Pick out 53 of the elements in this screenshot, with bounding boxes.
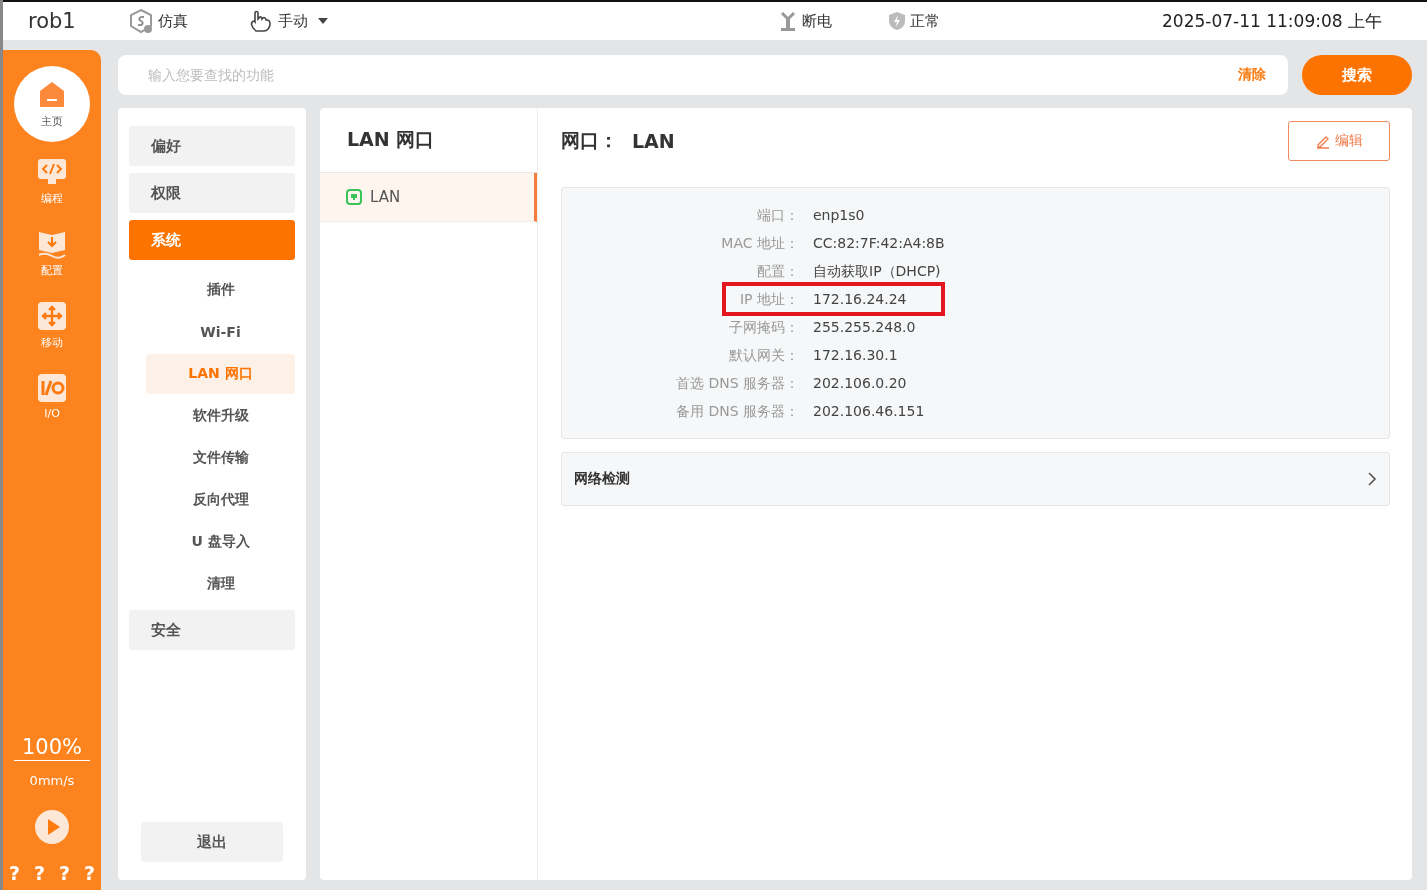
submenu-item[interactable]: 文件传输: [146, 438, 295, 478]
field-value: 172.16.30.1: [812, 347, 898, 363]
ethernet-port-icon: [346, 189, 362, 205]
field-value: 255.255.248.0: [812, 319, 916, 335]
menu-item[interactable]: 权限: [129, 173, 295, 213]
exit-button[interactable]: 退出: [141, 822, 283, 862]
speed-percent: 100%: [14, 735, 90, 761]
submenu-item[interactable]: 反向代理: [146, 480, 295, 520]
date-time: 2025-07-11 11:09:08 上午: [1162, 9, 1382, 33]
submenu-item[interactable]: Wi-Fi: [146, 312, 295, 352]
shield-bolt-icon: [888, 11, 906, 31]
hand-icon: [248, 9, 274, 33]
field-label: 默认网关：: [728, 347, 799, 363]
status-mark: ?: [33, 862, 45, 884]
menu-item[interactable]: 安全: [129, 610, 295, 650]
menu-item[interactable]: 偏好: [129, 126, 295, 166]
submenu-item[interactable]: 清理: [146, 564, 295, 604]
field-value: 202.106.46.151: [812, 403, 925, 419]
field-label: 端口：: [756, 207, 799, 223]
submenu-item[interactable]: U 盘导入: [146, 522, 295, 562]
move-arrows-icon: [36, 300, 68, 332]
field-label: IP 地址：: [738, 291, 799, 307]
status-mark: ?: [8, 862, 20, 884]
field-value: enp1s0: [812, 207, 865, 223]
safety-status: 正常: [910, 11, 940, 31]
field-label: 子网掩码：: [728, 319, 799, 335]
lan-item[interactable]: LAN: [320, 173, 537, 222]
field-value: 172.16.24.24: [812, 291, 907, 307]
submenu-item[interactable]: 插件: [146, 270, 295, 310]
status-mark: ?: [84, 862, 96, 884]
speed-value: 0mm/s: [29, 773, 75, 788]
panel-title: LAN 网口: [347, 127, 435, 152]
nav-item[interactable]: 主页: [14, 66, 90, 142]
status-mark: ?: [59, 862, 71, 884]
mode-label: 仿真: [158, 11, 188, 31]
field-label: MAC 地址：: [720, 235, 799, 251]
field-value: 自动获取IP（DHCP): [812, 263, 941, 279]
detail-title: 网口：: [561, 127, 618, 153]
io-icon: [36, 372, 68, 404]
control-mode-dropdown[interactable]: 手动: [248, 9, 334, 33]
field-label: 备用 DNS 服务器：: [674, 403, 799, 419]
play-icon[interactable]: [35, 810, 69, 844]
field-label: 配置：: [756, 263, 799, 279]
field-label: 首选 DNS 服务器：: [674, 375, 799, 391]
robot-name: rob1: [28, 9, 77, 33]
field-value: CC:82:7F:42:A4:8B: [812, 235, 945, 251]
submenu-item[interactable]: 软件升级: [146, 396, 295, 436]
shield-s-icon: [128, 8, 154, 34]
network-check-row[interactable]: 网络检测: [561, 452, 1390, 506]
chevron-right-icon: [1367, 472, 1377, 486]
power-status: 断电: [802, 11, 832, 31]
interface-name: LAN: [632, 129, 675, 152]
field-value: 202.106.0.20: [812, 375, 907, 391]
